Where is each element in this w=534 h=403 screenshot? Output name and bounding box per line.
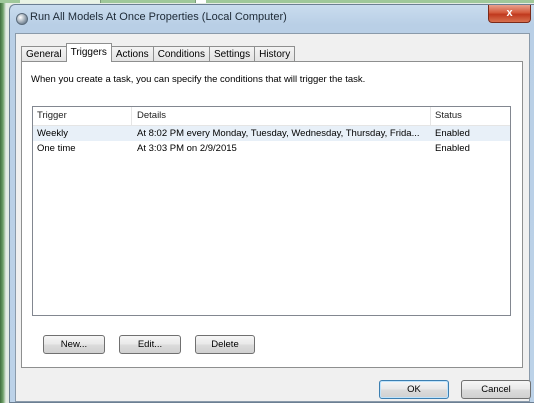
list-header: Trigger Details Status — [33, 107, 510, 126]
tab-triggers[interactable]: Triggers — [65, 43, 112, 62]
desktop-top-strip — [0, 0, 534, 3]
window-title: Run All Models At Once Properties (Local… — [30, 11, 287, 23]
close-button[interactable]: x — [488, 5, 531, 23]
title-bar[interactable]: Run All Models At Once Properties (Local… — [10, 5, 534, 31]
tab-strip: General Triggers Actions Conditions Sett… — [21, 43, 296, 62]
table-row[interactable]: One time At 3:03 PM on 2/9/2015 Enabled — [33, 141, 510, 156]
cell-status: Enabled — [435, 143, 470, 154]
tab-settings[interactable]: Settings — [208, 46, 256, 62]
cell-details: At 8:02 PM every Monday, Tuesday, Wednes… — [137, 128, 420, 139]
background-window-edge — [195, 0, 206, 3]
cancel-button[interactable]: Cancel — [461, 380, 531, 399]
column-header-details[interactable]: Details — [132, 107, 431, 125]
properties-dialog: Run All Models At Once Properties (Local… — [9, 4, 534, 403]
panel-description: When you create a task, you can specify … — [31, 74, 366, 85]
tab-actions[interactable]: Actions — [110, 46, 154, 62]
task-clock-icon — [16, 13, 28, 25]
column-header-status[interactable]: Status — [431, 107, 510, 125]
background-window-edge — [20, 0, 101, 3]
cell-trigger: One time — [37, 143, 76, 154]
new-trigger-button[interactable]: New... — [43, 335, 105, 354]
delete-trigger-button[interactable]: Delete — [195, 335, 255, 354]
cell-status: Enabled — [435, 128, 470, 139]
table-row[interactable]: Weekly At 8:02 PM every Monday, Tuesday,… — [33, 126, 510, 141]
tab-history[interactable]: History — [254, 46, 296, 62]
triggers-panel: When you create a task, you can specify … — [21, 61, 523, 368]
dialog-client-area: General Triggers Actions Conditions Sett… — [15, 33, 531, 402]
column-header-trigger[interactable]: Trigger — [33, 107, 132, 125]
trigger-buttons: New... Edit... Delete — [43, 335, 255, 354]
cell-trigger: Weekly — [37, 128, 68, 139]
tab-conditions[interactable]: Conditions — [152, 46, 210, 62]
tab-general[interactable]: General — [21, 46, 67, 62]
cell-details: At 3:03 PM on 2/9/2015 — [137, 143, 237, 154]
triggers-list[interactable]: Trigger Details Status Weekly At 8:02 PM… — [32, 106, 511, 316]
ok-button[interactable]: OK — [379, 380, 449, 399]
edit-trigger-button[interactable]: Edit... — [119, 335, 181, 354]
